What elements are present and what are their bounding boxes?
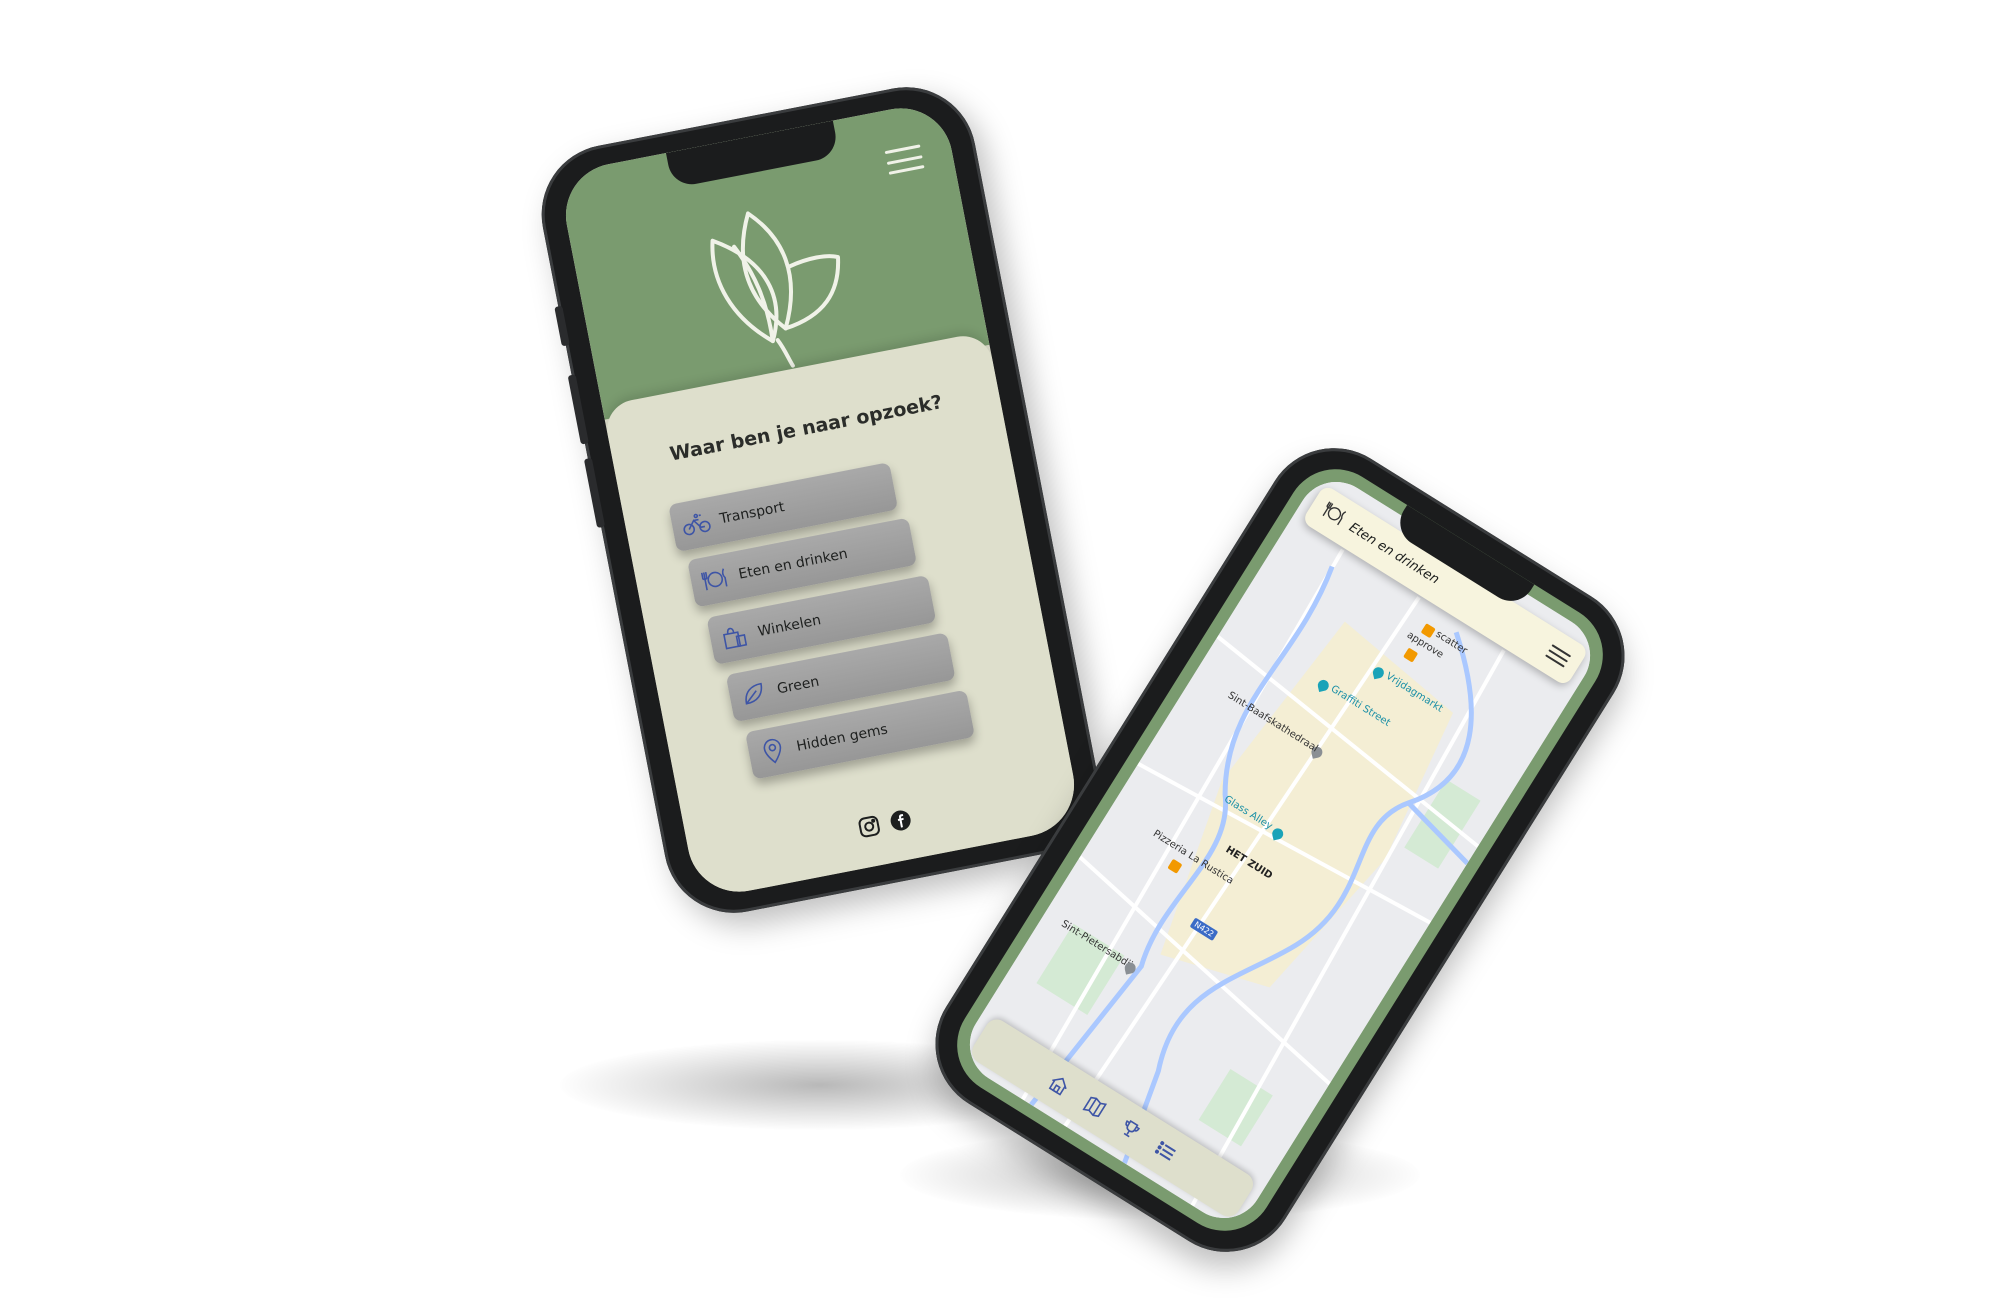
trophy-icon[interactable] — [1114, 1113, 1147, 1146]
social-links — [855, 806, 915, 840]
shopping-bag-icon — [709, 620, 761, 653]
question-title: Waar ben je naar opzoek? — [668, 391, 945, 466]
option-label: Eten en drinken — [737, 545, 850, 583]
option-label: Green — [775, 673, 821, 698]
phone-side-button — [554, 305, 570, 347]
cutlery-icon — [689, 563, 741, 596]
phone-home: Waar ben je naar opzoek? Transport Eten … — [529, 75, 1111, 925]
option-label: Hidden gems — [795, 721, 890, 755]
instagram-icon[interactable] — [855, 813, 883, 841]
cutlery-icon — [1316, 498, 1350, 533]
facebook-icon[interactable] — [887, 806, 915, 834]
location-pin-icon — [747, 734, 799, 769]
hamburger-menu-icon[interactable] — [1545, 644, 1572, 668]
bicycle-icon — [671, 509, 722, 540]
list-icon[interactable] — [1149, 1135, 1182, 1168]
options-panel: Waar ben je naar opzoek? Transport Eten … — [602, 331, 1083, 901]
option-label: Transport — [718, 499, 786, 528]
home-screen: Waar ben je naar opzoek? Transport Eten … — [557, 99, 1083, 901]
home-icon[interactable] — [1043, 1068, 1076, 1101]
phone-volume-up — [567, 374, 589, 445]
map-icon[interactable] — [1078, 1090, 1111, 1123]
leaf-icon — [728, 678, 780, 711]
phone-volume-down — [583, 457, 606, 529]
hamburger-menu-icon[interactable] — [884, 144, 925, 175]
leaf-logo-icon — [710, 211, 841, 368]
option-label: Winkelen — [756, 612, 823, 641]
